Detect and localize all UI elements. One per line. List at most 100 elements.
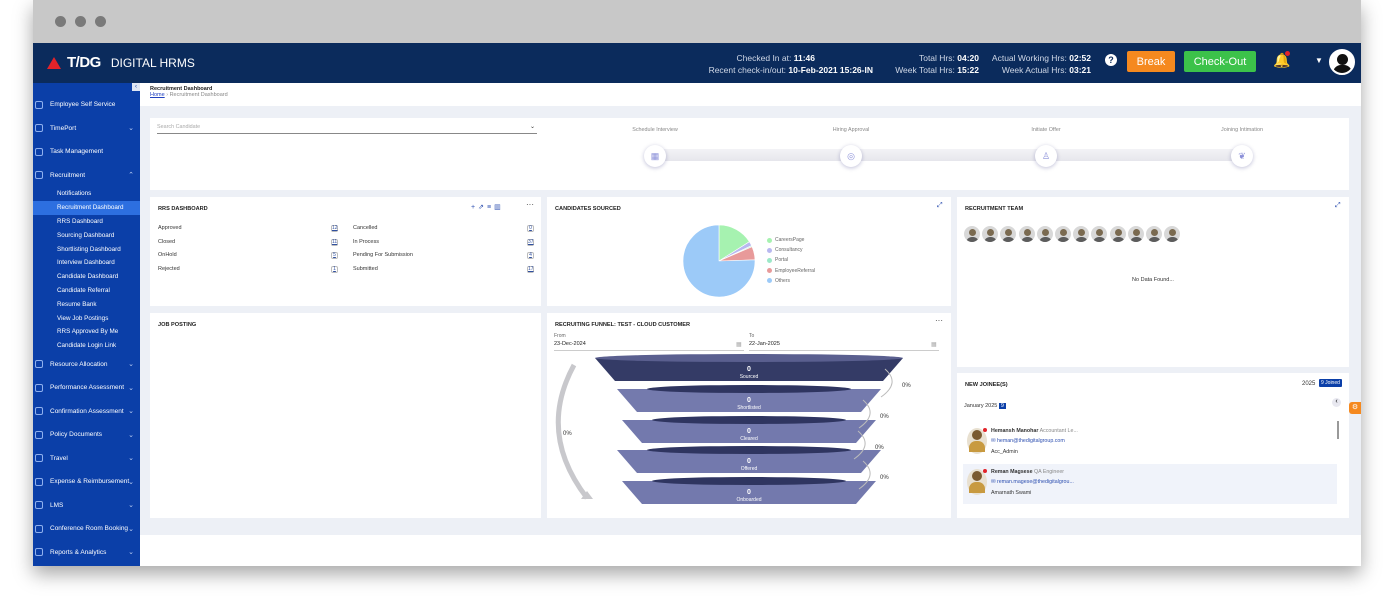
sidebar-item-travel[interactable]: Travel ⌄ — [33, 447, 140, 471]
sidebar-item-resource-allocation[interactable]: Resource Allocation ⌄ — [33, 353, 140, 377]
feedback-tab-icon[interactable]: ⚙ — [1349, 402, 1361, 414]
chevron-down-icon[interactable]: ▼ — [1315, 56, 1323, 65]
funnel-stage-shortlisted[interactable]: 0Shortlisted — [617, 385, 881, 412]
expand-icon[interactable]: ⤢ — [937, 202, 943, 210]
sidebar-subitem-candidate-referral[interactable]: Candidate Referral — [33, 284, 140, 298]
sidebar-item-reports-analytics[interactable]: Reports & Analytics ⌄ — [33, 541, 140, 565]
calendar-icon[interactable]: ▦ — [644, 145, 666, 167]
team-member-avatar[interactable] — [1090, 225, 1109, 243]
app-logo[interactable]: T/DG DIGITAL HRMS — [47, 54, 195, 71]
sidebar-item-expense-reimbursement[interactable]: Expense & Reimbursement ⌄ — [33, 470, 140, 494]
team-member-avatar[interactable] — [1163, 225, 1182, 243]
sidebar-subitem-rrs-approved-by-me[interactable]: RRS Approved By Me — [33, 325, 140, 339]
funnel-stage-offered[interactable]: 0Offered — [617, 446, 881, 473]
joinee-item[interactable]: Reman Magsese QA Engineer ✉ reman.magese… — [963, 464, 1337, 504]
sidebar-subitem-candidate-dashboard[interactable]: Candidate Dashboard — [33, 270, 140, 284]
team-member-avatar[interactable] — [1145, 225, 1163, 243]
from-date-input[interactable]: 23-Dec-2024 — [554, 341, 744, 351]
bar-chart-icon[interactable]: ▥ — [494, 204, 504, 211]
rrs-closed-label: Closed — [158, 239, 176, 245]
sidebar-subitem-notifications[interactable]: Notifications — [33, 187, 140, 201]
team-member-avatar[interactable] — [1126, 225, 1145, 243]
rrs-closed-count[interactable]: 11 — [331, 239, 338, 246]
joinee-item[interactable]: Hemansh Manohar Accountant Le... ✉ heman… — [963, 423, 1337, 463]
avatar[interactable] — [1329, 49, 1355, 75]
more-options-icon[interactable]: ··· — [526, 200, 534, 209]
joinee-email[interactable]: reman.magese@thedigitalgrou... — [997, 479, 1074, 485]
joinee-year[interactable]: 2025 — [1302, 381, 1315, 387]
sidebar-item-policy-documents[interactable]: Policy Documents ⌄ — [33, 423, 140, 447]
funnel-band-top — [652, 477, 846, 485]
sidebar-subitem-resume-bank[interactable]: Resume Bank — [33, 297, 140, 311]
team-member-avatar[interactable] — [1054, 225, 1072, 243]
rrs-submitted-label: Submitted — [353, 266, 378, 272]
collapse-sidebar-icon[interactable]: ‹ — [132, 83, 140, 91]
break-button[interactable]: Break — [1127, 51, 1175, 72]
to-label: To — [749, 333, 755, 339]
sidebar-item-timeport[interactable]: TimePort ⌄ — [33, 117, 140, 141]
calendar-icon[interactable]: ▦ — [931, 341, 937, 348]
sidebar-item-task-management[interactable]: Task Management — [33, 140, 140, 164]
joinee-month[interactable]: January 2025 9 — [964, 403, 1006, 409]
chevron-down-icon[interactable]: ⌄ — [530, 123, 535, 130]
rrs-pending-count[interactable]: 4 — [527, 252, 534, 259]
funnel-stage-onboarded[interactable]: 0Onboarded — [622, 477, 876, 504]
sidebar-subitem-shortlisting-dashboard[interactable]: Shortlisting Dashboard — [33, 242, 140, 256]
funnel-stage-sourced[interactable]: 0Sourced — [595, 354, 903, 381]
team-member-avatar[interactable] — [981, 225, 1000, 243]
sidebar-item-performance-assessment[interactable]: Performance Assessment ⌄ — [33, 376, 140, 400]
rrs-in-process-count[interactable]: 37 — [527, 239, 534, 246]
rrs-rejected-count[interactable]: 1 — [331, 266, 338, 273]
funnel-stage-cleared[interactable]: 0Cleared — [622, 416, 876, 443]
chevron-down-icon: ⌄ — [128, 361, 134, 369]
scrollbar[interactable] — [1337, 421, 1339, 439]
external-link-icon[interactable]: ⇗ — [478, 204, 487, 211]
team-member-avatar[interactable] — [999, 225, 1018, 243]
joinee-email[interactable]: heman@thedigitalgroup.com — [997, 438, 1065, 444]
more-options-icon[interactable]: ··· — [935, 316, 943, 325]
sidebar-subitem-sourcing-dashboard[interactable]: Sourcing Dashboard — [33, 228, 140, 242]
rrs-onhold-count[interactable]: 5 — [331, 252, 338, 259]
team-member-avatar[interactable] — [1035, 225, 1054, 243]
team-member-avatar[interactable] — [1017, 225, 1036, 243]
sidebar-subitem-view-job-postings[interactable]: View Job Postings — [33, 311, 140, 325]
expand-icon[interactable]: ⤢ — [1335, 202, 1341, 210]
legend-item[interactable]: Portal — [767, 257, 788, 263]
rrs-cancelled-count[interactable]: 0 — [527, 225, 534, 232]
legend-label: Others — [775, 277, 791, 284]
team-member-avatar[interactable] — [1108, 225, 1127, 243]
rrs-approved-count[interactable]: 12 — [331, 225, 338, 232]
breadcrumb-home-link[interactable]: Home — [150, 92, 165, 98]
week-total-label: Week Total Hrs: — [895, 65, 955, 75]
legend-item[interactable]: Consultancy — [767, 247, 803, 253]
sidebar-item-conference-room-booking[interactable]: Conference Room Booking ⌄ — [33, 517, 140, 541]
check-out-button[interactable]: Check-Out — [1184, 51, 1256, 72]
handshake-icon[interactable]: ❦ — [1231, 145, 1253, 167]
sidebar-subitem-interview-dashboard[interactable]: Interview Dashboard — [33, 256, 140, 270]
help-circle-icon[interactable]: ? — [1105, 54, 1117, 66]
team-member-avatar[interactable] — [1072, 225, 1091, 243]
search-candidate-input[interactable]: Search Candidate — [157, 124, 537, 134]
offer-icon[interactable]: ♙ — [1035, 145, 1057, 167]
sidebar-item-employee-self-service[interactable]: Employee Self Service — [33, 93, 140, 117]
rrs-submitted-count[interactable]: 17 — [527, 266, 534, 273]
window-dot[interactable] — [75, 16, 86, 27]
window-dot[interactable] — [95, 16, 106, 27]
to-date-input[interactable]: 22-Jan-2025 — [749, 341, 939, 351]
sidebar-item-recruitment[interactable]: Recruitment ⌃ — [33, 164, 140, 188]
chevron-left-icon[interactable]: ‹ — [1332, 398, 1341, 407]
sidebar-item-lms[interactable]: LMS ⌄ — [33, 494, 140, 518]
calendar-icon[interactable]: ▦ — [736, 341, 742, 348]
approval-icon[interactable]: ◎ — [840, 145, 862, 167]
sidebar-subitem-candidate-login-link[interactable]: Candidate Login Link — [33, 339, 140, 353]
team-member-avatar[interactable] — [963, 225, 981, 243]
window-dot[interactable] — [55, 16, 66, 27]
list-icon[interactable]: ≡ — [487, 204, 494, 211]
sidebar-subitem-rrs-dashboard[interactable]: RRS Dashboard — [33, 215, 140, 229]
sidebar-subitem-recruitment-dashboard[interactable]: Recruitment Dashboard — [33, 200, 140, 215]
legend-item[interactable]: Others — [767, 278, 790, 284]
legend-item[interactable]: CareersPage — [767, 237, 804, 243]
legend-item[interactable]: EmployeeReferral — [767, 268, 815, 274]
chevron-down-icon: ⌄ — [128, 502, 134, 510]
sidebar-item-confirmation-assessment[interactable]: Confirmation Assessment ⌄ — [33, 400, 140, 424]
